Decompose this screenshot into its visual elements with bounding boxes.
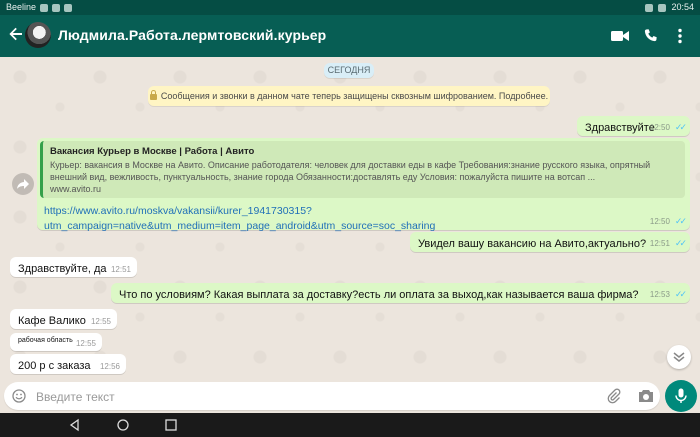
message-text: Здравствуйте bbox=[585, 122, 655, 134]
chevron-down-icon bbox=[673, 352, 685, 362]
read-receipt-icon: ✓✓ bbox=[674, 122, 687, 132]
message-bubble-outgoing[interactable]: Что по условиям? Какая выплата за достав… bbox=[111, 283, 690, 303]
message-text: 200 р с заказа bbox=[18, 360, 91, 372]
message-text: Увидел вашу вакансию на Авито,актуально? bbox=[418, 238, 647, 250]
message-time: 12:55 bbox=[90, 317, 111, 326]
composer bbox=[0, 378, 700, 413]
emoji-icon[interactable] bbox=[12, 389, 26, 403]
message-text: Что по условиям? Какая выплата за достав… bbox=[119, 289, 639, 301]
message-time: 12:50 bbox=[649, 217, 670, 226]
read-receipt-icon: ✓✓ bbox=[674, 216, 687, 226]
link-preview[interactable]: Вакансия Курьер в Москве | Работа | Авит… bbox=[40, 141, 685, 198]
signal-icon bbox=[645, 3, 654, 12]
message-bubble-incoming[interactable]: Кафе Валико 12:55 bbox=[10, 309, 117, 329]
camera-icon[interactable] bbox=[637, 388, 655, 404]
phone-icon[interactable] bbox=[639, 24, 663, 48]
notification-icon bbox=[64, 3, 73, 12]
avatar[interactable] bbox=[25, 22, 51, 48]
message-time: 12:51 bbox=[110, 265, 131, 274]
battery-icon bbox=[658, 3, 667, 12]
link-preview-title: Вакансия Курьер в Москве | Работа | Авит… bbox=[50, 146, 255, 157]
message-bubble-outgoing[interactable]: Увидел вашу вакансию на Авито,актуально?… bbox=[410, 232, 690, 252]
message-bubble-incoming[interactable]: рабочая область 12:55 bbox=[10, 333, 102, 351]
chat-area[interactable]: СЕГОДНЯ Сообщения и звонки в данном чате… bbox=[0, 57, 700, 378]
date-chip: СЕГОДНЯ bbox=[324, 63, 374, 78]
chat-header: Людмила.Работа.лермтовский.курьер bbox=[0, 15, 700, 57]
clock: 20:54 bbox=[671, 2, 694, 12]
message-bubble-incoming[interactable]: 200 р с заказа 12:56 bbox=[10, 354, 126, 374]
arrow-left-icon[interactable] bbox=[8, 25, 24, 47]
mic-icon bbox=[675, 388, 687, 403]
notification-icon bbox=[52, 3, 61, 12]
read-receipt-icon: ✓✓ bbox=[674, 289, 687, 299]
message-input-container[interactable] bbox=[4, 382, 660, 410]
mic-button[interactable] bbox=[665, 380, 697, 412]
video-call-icon[interactable] bbox=[608, 24, 632, 48]
more-vert-icon[interactable] bbox=[668, 24, 692, 48]
wifi-status-icon bbox=[40, 3, 49, 12]
message-time: 12:53 bbox=[649, 290, 670, 299]
nav-back-icon[interactable] bbox=[68, 418, 82, 432]
carrier-label: Beeline bbox=[6, 2, 37, 12]
message-time: 12:51 bbox=[649, 239, 670, 248]
link-preview-description: Курьер: вакансия в Москве на Авито. Опис… bbox=[50, 160, 651, 182]
paperclip-icon[interactable] bbox=[606, 388, 622, 404]
link-preview-domain: www.avito.ru bbox=[50, 184, 102, 194]
message-time: 12:55 bbox=[75, 339, 96, 348]
message-text: рабочая область bbox=[18, 337, 73, 344]
nav-recents-icon[interactable] bbox=[164, 418, 178, 432]
system-nav-bar bbox=[0, 413, 700, 437]
nav-home-icon[interactable] bbox=[116, 418, 130, 432]
message-bubble-outgoing[interactable]: Здравствуйте 12:50 ✓✓ bbox=[577, 116, 690, 136]
status-bar: Beeline 20:54 bbox=[0, 0, 700, 15]
message-link[interactable]: https://www.avito.ru/moskva/vakansii/kur… bbox=[44, 204, 680, 234]
message-input[interactable] bbox=[34, 386, 598, 408]
encryption-notice[interactable]: Сообщения и звонки в данном чате теперь … bbox=[148, 86, 550, 106]
scroll-to-bottom-button[interactable] bbox=[667, 345, 691, 369]
forward-icon[interactable] bbox=[12, 173, 34, 195]
message-time: 12:50 bbox=[649, 123, 670, 132]
encryption-notice-text: Сообщения и звонки в данном чате теперь … bbox=[160, 91, 549, 101]
chat-title[interactable]: Людмила.Работа.лермтовский.курьер bbox=[58, 27, 326, 43]
lock-icon bbox=[149, 90, 157, 100]
message-time: 12:56 bbox=[99, 362, 120, 371]
message-bubble-incoming[interactable]: Здравствуйте, да 12:51 bbox=[10, 257, 137, 277]
message-bubble-outgoing[interactable]: Вакансия Курьер в Москве | Работа | Авит… bbox=[37, 138, 690, 232]
message-text: Кафе Валико bbox=[18, 315, 86, 327]
message-text: Здравствуйте, да bbox=[18, 263, 107, 275]
read-receipt-icon: ✓✓ bbox=[674, 238, 687, 248]
